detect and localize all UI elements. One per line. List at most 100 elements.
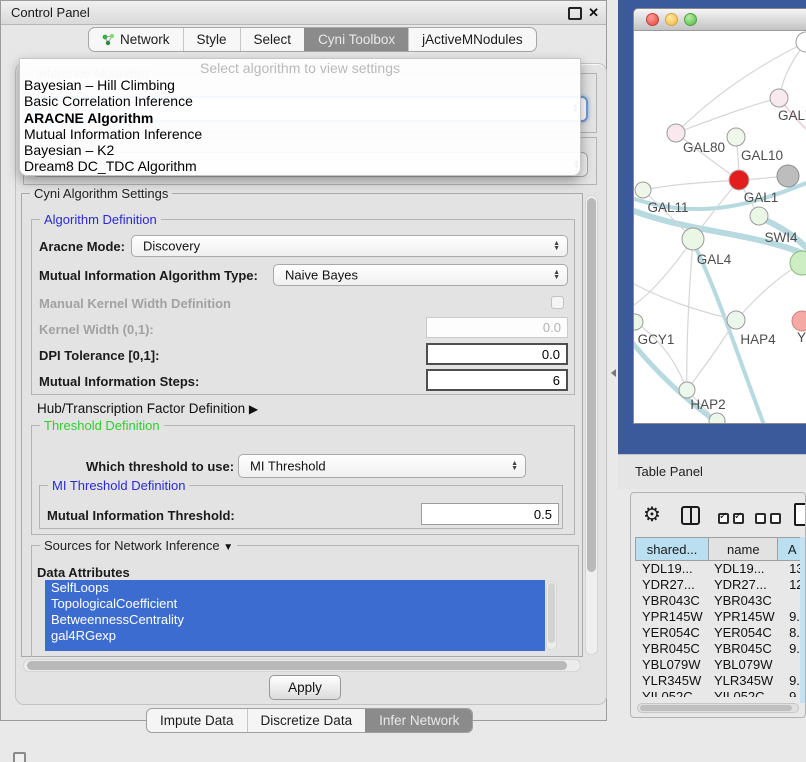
table-row[interactable]: YER054CYER054C8. — [635, 625, 806, 641]
table-cell: YPR145W — [635, 609, 709, 625]
attribute-item[interactable]: gal4RGexp — [45, 628, 545, 644]
which-threshold-combobox[interactable]: MI Threshold ▲▼ — [238, 454, 526, 478]
table-header-row: shared...nameA — [635, 537, 806, 561]
table-row[interactable]: YDR27...YDR27...12 — [635, 577, 806, 593]
attribute-list-scrollbar[interactable] — [546, 581, 557, 650]
data-attributes-list: SelfLoopsTopologicalCoefficientBetweenne… — [45, 580, 545, 651]
table-body: YDL19...YDL19...13YDR27...YDR27...12YBR0… — [635, 561, 806, 697]
network-window-titlebar — [634, 9, 806, 31]
collapse-down-icon: ▼ — [223, 542, 233, 553]
mi-algorithm-type-combobox[interactable]: Naive Bayes ▲▼ — [273, 264, 568, 286]
algorithm-option[interactable]: Bayesian – Hill Climbing — [20, 77, 580, 93]
attribute-item[interactable]: SelfLoops — [45, 580, 545, 596]
network-node-gal4[interactable] — [682, 228, 704, 250]
manual-kernel-width-checkbox[interactable] — [551, 296, 564, 309]
attribute-item[interactable]: BetweennessCentrality — [45, 612, 545, 628]
table-row[interactable]: YBR045CYBR045C9. — [635, 641, 806, 657]
split-pane-collapse-icon[interactable] — [611, 369, 616, 377]
network-edge[interactable] — [736, 263, 802, 320]
network-canvas[interactable]: GAL7GAL80GAL10GAL1GAL11SWI4GAL4GCY1HAP4Y… — [634, 30, 806, 424]
network-node-hap2[interactable] — [679, 382, 695, 398]
network-node-gal7[interactable] — [770, 89, 788, 107]
zoom-traffic-light-icon[interactable] — [684, 13, 697, 26]
network-node-gal11[interactable] — [635, 182, 651, 198]
network-node-gal10[interactable] — [727, 128, 745, 146]
tab-style[interactable]: Style — [183, 28, 240, 51]
tab-impute-data[interactable]: Impute Data — [147, 709, 247, 732]
deselect-all-icon[interactable] — [755, 511, 785, 529]
column-header[interactable]: shared... — [635, 537, 709, 561]
table-cell: YER054C — [709, 625, 778, 641]
kernel-width-field[interactable]: 0.0 — [426, 317, 568, 338]
tab-discretize-data[interactable]: Discretize Data — [247, 709, 366, 732]
close-traffic-light-icon[interactable] — [646, 13, 659, 26]
network-edge[interactable] — [676, 98, 779, 133]
table-row[interactable]: YIL052CYIL052C9 — [635, 689, 806, 697]
network-edge[interactable] — [634, 239, 693, 310]
mi-threshold-field[interactable]: 0.5 — [421, 503, 559, 525]
spinner-arrows-icon: ▲▼ — [553, 241, 560, 251]
document-icon[interactable] — [794, 503, 806, 526]
algorithm-dropdown-popup: Select algorithm to view settings Bayesi… — [19, 58, 581, 176]
table-panel-title: Table Panel — [635, 464, 703, 479]
algorithm-option[interactable]: Dream8 DC_TDC Algorithm — [20, 158, 580, 174]
tab-select[interactable]: Select — [240, 28, 305, 51]
algorithm-option[interactable]: Bayesian – K2 — [20, 142, 580, 158]
algorithm-option[interactable]: Basic Correlation Inference — [20, 93, 580, 109]
settings-vertical-scrollbar[interactable] — [585, 195, 598, 655]
apply-button[interactable]: Apply — [269, 675, 341, 700]
network-edge[interactable] — [687, 320, 736, 390]
table-cell: YBL079W — [709, 657, 778, 673]
column-header[interactable]: name — [709, 537, 778, 561]
tab-infer-network[interactable]: Infer Network — [365, 709, 472, 732]
attribute-list-scrollbar-thumb[interactable] — [548, 583, 555, 643]
node-label: GAL11 — [647, 200, 688, 215]
bottom-left-panel-icon[interactable] — [13, 752, 26, 762]
network-node[interactable] — [796, 32, 806, 52]
network-edge[interactable] — [634, 280, 736, 320]
float-window-icon[interactable] — [568, 7, 582, 20]
expand-right-icon: ▶ — [249, 402, 258, 416]
tab-cyni-toolbox[interactable]: Cyni Toolbox — [304, 28, 408, 51]
mi-steps-field[interactable]: 6 — [426, 369, 568, 391]
table-cell: YDL19... — [635, 561, 709, 577]
table-row[interactable]: YDL19...YDL19...13 — [635, 561, 806, 577]
tab-jactivemnodules[interactable]: jActiveMNodules — [408, 28, 536, 51]
table-row[interactable]: YBL079WYBL079W — [635, 657, 806, 673]
table-cell: YDR27... — [635, 577, 709, 593]
network-edge[interactable] — [687, 239, 693, 390]
settings-horizontal-scrollbar-thumb[interactable] — [27, 661, 567, 670]
algorithm-option[interactable]: Mutual Information Inference — [20, 126, 580, 142]
gear-icon[interactable]: ⚙ — [643, 503, 661, 527]
table-row[interactable]: YPR145WYPR145W9. — [635, 609, 806, 625]
table-row[interactable]: YLR345WYLR345W9. — [635, 673, 806, 689]
control-panel-title: Control Panel — [11, 5, 90, 20]
network-node[interactable] — [777, 165, 799, 187]
mi-threshold-definition-legend: MI Threshold Definition — [48, 478, 189, 493]
column-view-icon[interactable] — [681, 506, 700, 525]
network-node-hap4[interactable] — [727, 311, 745, 329]
table-row[interactable]: YBR043CYBR043C — [635, 593, 806, 609]
network-node-gcy1[interactable] — [634, 314, 643, 330]
network-node-swi4[interactable] — [750, 207, 768, 225]
attribute-item[interactable]: TopologicalCoefficient — [45, 596, 545, 612]
aracne-mode-combobox[interactable]: Discovery ▲▼ — [131, 235, 568, 257]
table-horizontal-scrollbar-thumb[interactable] — [640, 705, 792, 711]
close-icon[interactable]: ✕ — [588, 5, 599, 21]
network-node-gal1[interactable] — [729, 170, 749, 190]
node-label: SWI4 — [764, 230, 797, 245]
network-node[interactable] — [790, 251, 806, 275]
network-edge[interactable] — [643, 180, 739, 190]
kernel-width-label: Kernel Width (0,1): — [39, 322, 154, 337]
algorithm-option[interactable]: ARACNE Algorithm — [20, 110, 580, 126]
dpi-tolerance-field[interactable]: 0.0 — [426, 343, 568, 365]
network-node[interactable] — [709, 413, 725, 424]
hub-definition-section[interactable]: Hub/Transcription Factor Definition ▶ — [37, 401, 258, 416]
select-all-icon[interactable]: ✓✓ — [718, 511, 748, 529]
settings-horizontal-scrollbar[interactable] — [23, 659, 581, 672]
network-node-y[interactable] — [792, 311, 806, 331]
tab-network[interactable]: Network — [89, 28, 183, 51]
minimize-traffic-light-icon[interactable] — [665, 13, 678, 26]
table-horizontal-scrollbar[interactable] — [637, 703, 799, 713]
settings-vertical-scrollbar-thumb[interactable] — [587, 198, 596, 572]
